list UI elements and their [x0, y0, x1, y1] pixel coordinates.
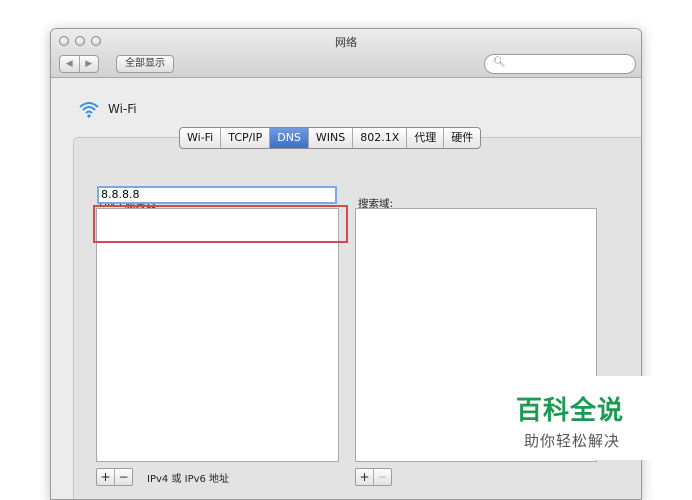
watermark: 百科全说 助你轻松解决 [494, 376, 668, 460]
wifi-icon [79, 102, 99, 118]
interface-name: Wi-Fi [108, 102, 137, 116]
search-field[interactable]: 🔍︎ [484, 54, 636, 74]
show-all-button[interactable]: 全部显示 [116, 55, 174, 73]
dns-add-remove[interactable]: + − [96, 468, 133, 486]
tab-wifi[interactable]: Wi-Fi [180, 128, 220, 148]
window-title: 网络 [335, 36, 357, 49]
highlight-box [93, 205, 348, 243]
watermark-title: 百科全说 [516, 396, 625, 426]
forward-button[interactable]: ▶ [78, 56, 99, 72]
dns-server-entry[interactable]: 8.8.8.8 [97, 186, 337, 204]
search-domain-add-button[interactable]: + [356, 469, 373, 485]
search-icon: 🔍︎ [493, 57, 506, 68]
watermark-subtitle: 助你轻松解决 [524, 432, 621, 450]
dns-remove-button[interactable]: − [114, 469, 132, 485]
tab-tcpip[interactable]: TCP/IP [220, 128, 269, 148]
settings-tabs[interactable]: Wi-Fi TCP/IP DNS WINS 802.1X 代理 硬件 [179, 127, 482, 149]
tab-8021x[interactable]: 802.1X [352, 128, 406, 148]
interface-header: Wi-Fi [78, 98, 137, 120]
back-button[interactable]: ◀ [60, 56, 79, 72]
tab-hardware[interactable]: 硬件 [443, 128, 480, 148]
search-domain-remove-button[interactable]: − [373, 469, 391, 485]
dns-servers-list[interactable] [96, 208, 339, 462]
tab-proxy[interactable]: 代理 [406, 128, 443, 148]
dns-address-note: IPv4 或 IPv6 地址 [147, 474, 230, 485]
dns-add-button[interactable]: + [97, 469, 114, 485]
tab-wins[interactable]: WINS [307, 128, 352, 148]
title-bar: 网络 ◀ ▶ 全部显示 🔍︎ [51, 29, 641, 78]
back-forward-control[interactable]: ◀ ▶ [59, 55, 99, 73]
tab-dns[interactable]: DNS [269, 128, 308, 148]
search-domain-add-remove[interactable]: + − [355, 468, 392, 486]
